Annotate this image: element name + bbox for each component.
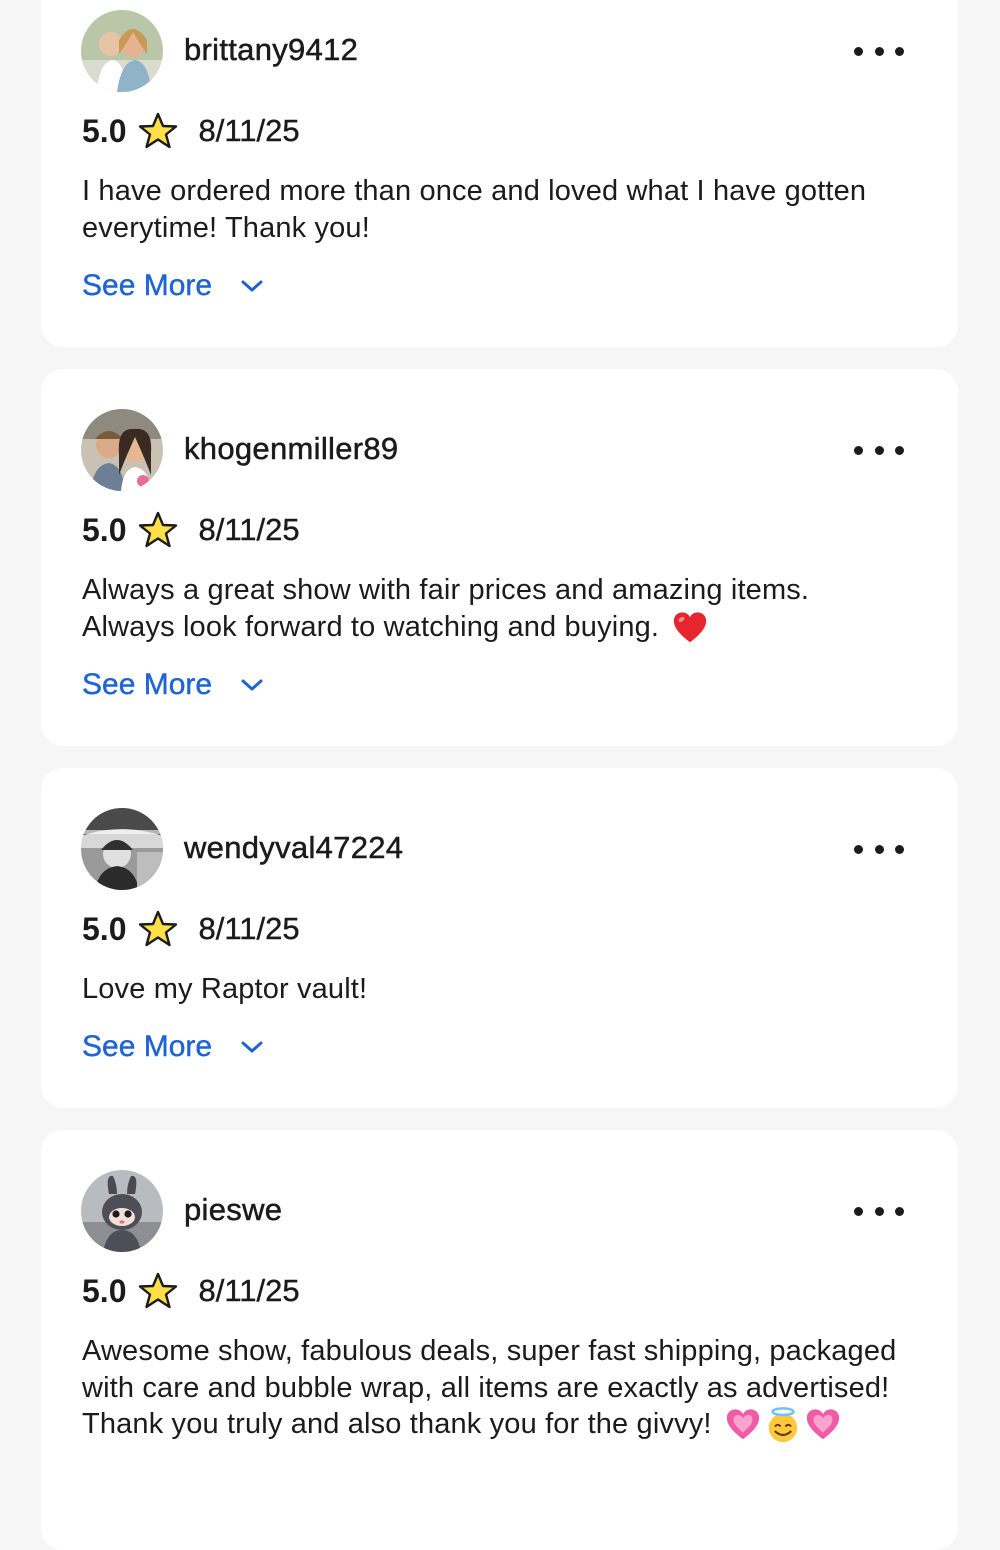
review-date: 8/11/25	[198, 911, 300, 946]
chevron-down-icon	[241, 679, 263, 691]
avatar[interactable]	[81, 409, 163, 491]
username[interactable]: wendyval47224	[184, 830, 404, 866]
avatar[interactable]	[81, 1170, 163, 1252]
star-icon	[139, 1272, 178, 1309]
review-text: Love my Raptor vault!	[82, 971, 902, 1008]
see-more-button[interactable]: See More	[82, 667, 264, 703]
review-text-content: Love my Raptor vault!	[82, 973, 368, 1005]
more-dot	[854, 844, 863, 854]
avatar[interactable]	[81, 808, 163, 890]
smiling-face-with-halo-icon	[768, 1407, 798, 1443]
pink-heart-icon	[726, 1409, 759, 1440]
more-options-button[interactable]	[854, 1201, 904, 1221]
review-date: 8/11/25	[198, 512, 300, 547]
more-options-button[interactable]	[854, 440, 904, 460]
review-card: wendyval47224 5.0 8/11/25 Love my Raptor…	[41, 768, 958, 1108]
avatar[interactable]	[81, 10, 163, 92]
more-dot	[854, 445, 863, 455]
review-text-content: I have ordered more than once and loved …	[82, 175, 867, 244]
rating-value: 5.0	[82, 910, 127, 947]
more-dot	[895, 445, 904, 455]
more-dot	[854, 46, 863, 56]
rating-row: 5.0 8/11/25	[82, 1271, 300, 1311]
red-heart-icon	[674, 612, 707, 643]
see-more-label: See More	[82, 1030, 213, 1063]
review-date: 8/11/25	[198, 113, 300, 148]
chevron-down-icon	[241, 1041, 263, 1053]
see-more-button[interactable]: See More	[82, 1029, 264, 1065]
username[interactable]: brittany9412	[184, 32, 358, 68]
rating-value: 5.0	[82, 511, 127, 548]
more-dot	[895, 844, 904, 854]
pink-heart-icon	[806, 1409, 839, 1440]
more-dot	[895, 46, 904, 56]
review-text: Always a great show with fair prices and…	[82, 572, 902, 647]
rating-row: 5.0 8/11/25	[82, 510, 300, 550]
more-options-button[interactable]	[854, 41, 904, 61]
rating-row: 5.0 8/11/25	[82, 909, 300, 949]
chevron-down-icon	[241, 280, 263, 292]
review-date: 8/11/25	[198, 1273, 300, 1308]
see-more-label: See More	[82, 668, 213, 701]
more-dot	[874, 445, 884, 455]
more-dot	[874, 1206, 884, 1216]
more-dot	[895, 1206, 904, 1216]
more-dot	[854, 1206, 863, 1216]
star-icon	[139, 112, 178, 149]
more-options-button[interactable]	[854, 839, 904, 859]
see-more-button[interactable]: See More	[82, 268, 264, 304]
rating-value: 5.0	[82, 1272, 127, 1309]
rating-row: 5.0 8/11/25	[82, 111, 300, 151]
star-icon	[139, 910, 178, 947]
see-more-label: See More	[82, 269, 213, 302]
username[interactable]: pieswe	[184, 1192, 282, 1228]
review-card: pieswe 5.0 8/11/25 Awesome show, fabulou…	[41, 1130, 958, 1550]
review-card: khogenmiller89 5.0 8/11/25 Always a grea…	[41, 369, 958, 746]
username[interactable]: khogenmiller89	[184, 431, 399, 467]
review-card: brittany9412 5.0 8/11/25 I have ordered …	[41, 0, 958, 347]
review-text: Awesome show, fabulous deals, super fast…	[82, 1333, 902, 1444]
review-text: I have ordered more than once and loved …	[82, 173, 902, 246]
rating-value: 5.0	[82, 112, 127, 149]
star-icon	[139, 511, 178, 548]
more-dot	[874, 844, 884, 854]
more-dot	[874, 46, 884, 56]
